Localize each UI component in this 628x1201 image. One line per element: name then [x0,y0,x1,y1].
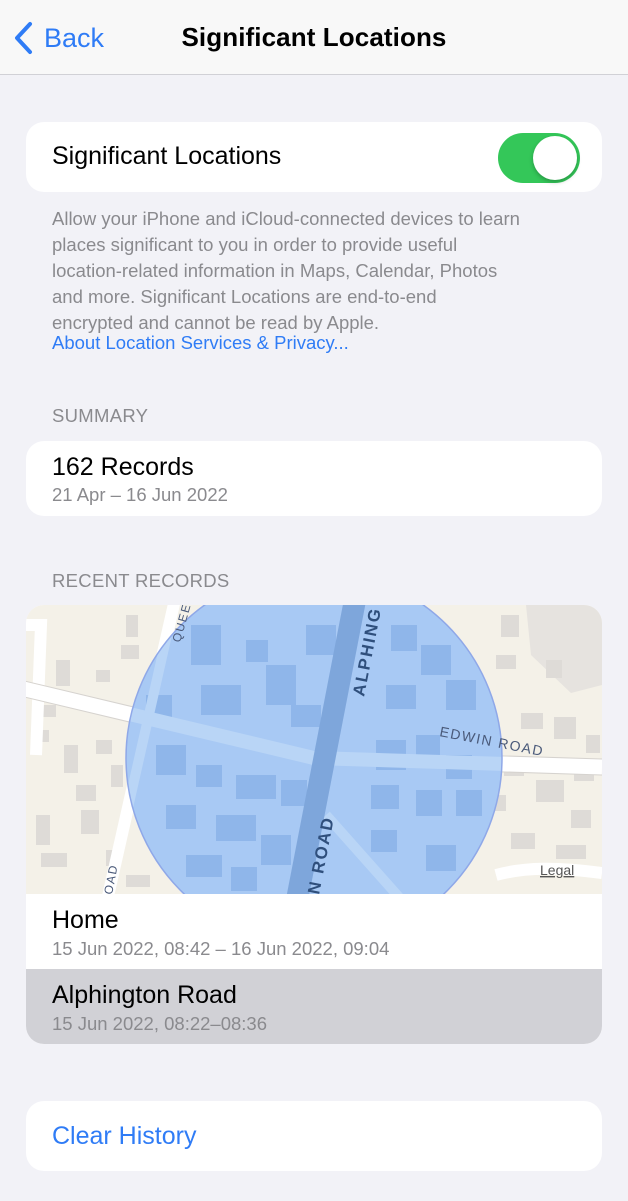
about-privacy-link[interactable]: About Location Services & Privacy... [52,332,349,354]
footer-line: Allow your iPhone and iCloud-connected d… [52,208,520,229]
record-time: 15 Jun 2022, 08:42 – 16 Jun 2022, 09:04 [52,938,390,959]
significant-locations-switch[interactable] [498,133,580,183]
navigation-bar: Back Significant Locations [0,0,628,75]
significant-locations-toggle-row: Significant Locations [26,122,602,192]
summary-records-count: 162 Records [52,453,194,481]
recent-records-header: RECENT RECORDS [52,570,230,591]
clear-history-label: Clear History [52,1122,197,1150]
record-row-alphington-road[interactable]: Alphington Road 15 Jun 2022, 08:22–08:36 [26,969,602,1044]
clear-history-button[interactable]: Clear History [26,1101,602,1171]
summary-row[interactable]: 162 Records 21 Apr – 16 Jun 2022 [26,441,602,516]
map-legal-link[interactable]: Legal [540,862,574,878]
switch-knob [533,136,577,180]
record-title: Home [52,906,119,934]
toggle-label: Significant Locations [52,142,282,170]
summary-date-range: 21 Apr – 16 Jun 2022 [52,484,228,505]
recent-records-list: ALPHING N ROAD EDWIN ROAD QUEE OAD Legal… [26,605,602,1044]
record-row-home[interactable]: Home 15 Jun 2022, 08:42 – 16 Jun 2022, 0… [26,894,602,969]
page-title: Significant Locations [181,22,447,52]
map-canvas: ALPHING N ROAD EDWIN ROAD QUEE OAD Legal [26,605,602,894]
toggle-footer-text: Allow your iPhone and iCloud-connected d… [52,206,592,336]
location-map[interactable]: ALPHING N ROAD EDWIN ROAD QUEE OAD Legal [26,605,602,894]
footer-line: places significant to you in order to pr… [52,234,458,255]
record-title: Alphington Road [52,981,237,1009]
record-time: 15 Jun 2022, 08:22–08:36 [52,1013,267,1034]
summary-header: SUMMARY [52,405,149,426]
footer-line: and more. Significant Locations are end-… [52,286,437,307]
footer-line: location-related information in Maps, Ca… [52,260,498,281]
